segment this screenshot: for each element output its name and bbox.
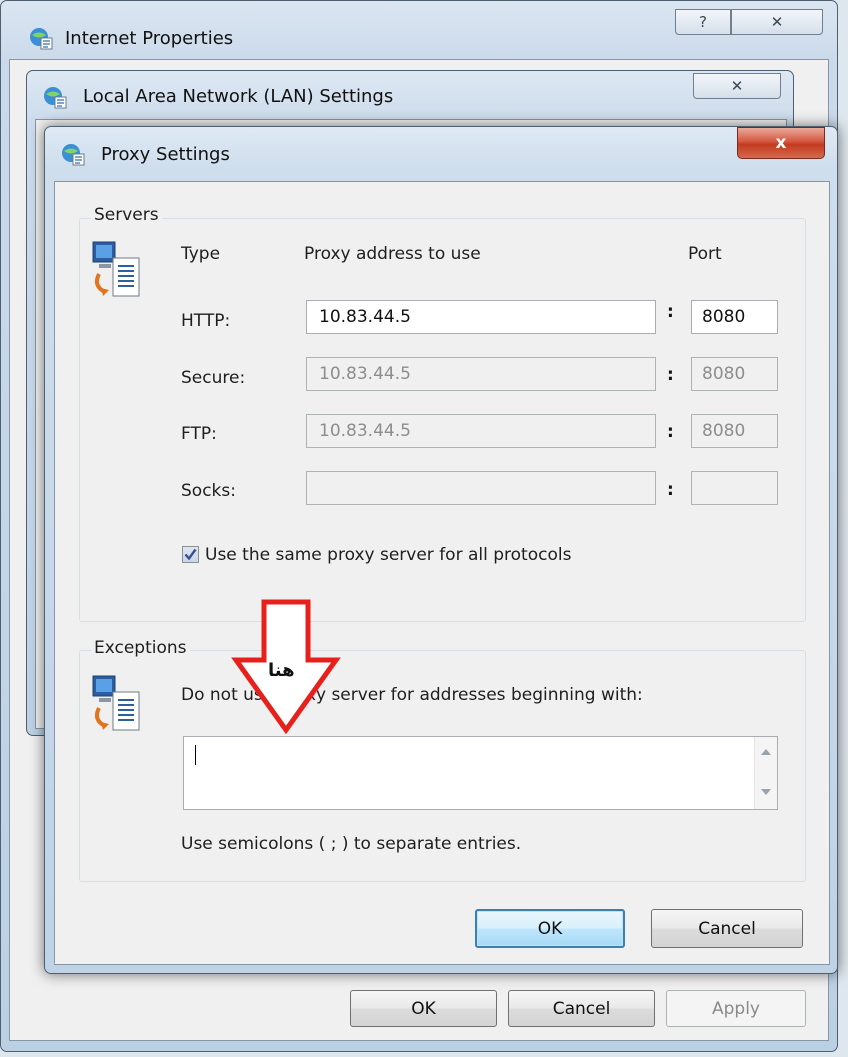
server-computer-icon — [92, 241, 140, 297]
internet-properties-title: Internet Properties — [65, 28, 234, 49]
exceptions-textarea[interactable] — [183, 736, 778, 810]
address-column-header: Proxy address to use — [304, 244, 481, 264]
ftp-label: FTP: — [181, 424, 217, 444]
lan-settings-title: Local Area Network (LAN) Settings — [83, 86, 394, 107]
annotation-label: هنا — [268, 660, 295, 681]
close-icon: x — [775, 133, 787, 153]
cancel-button[interactable]: Cancel — [508, 990, 655, 1027]
ftp-colon: : — [667, 422, 674, 442]
cancel-button[interactable]: Cancel — [651, 909, 803, 948]
proxy-settings-icon — [62, 144, 85, 166]
servers-group-title: Servers — [91, 205, 162, 225]
help-icon: ? — [699, 13, 707, 31]
lan-settings-icon — [44, 87, 67, 109]
socks-address-input[interactable] — [306, 471, 656, 505]
secure-label: Secure: — [181, 368, 246, 388]
proxy-settings-window: Proxy Settings x Servers Type Proxy addr… — [44, 126, 838, 974]
port-column-header: Port — [688, 244, 722, 264]
ftp-address-input[interactable]: 10.83.44.5 — [306, 414, 656, 448]
secure-port-input[interactable]: 8080 — [691, 357, 778, 391]
same-proxy-checkbox[interactable] — [182, 546, 199, 563]
exceptions-computer-icon — [92, 675, 140, 731]
http-address-input[interactable]: 10.83.44.5 — [306, 300, 656, 334]
socks-port-input[interactable] — [691, 471, 778, 505]
type-column-header: Type — [181, 244, 221, 264]
scroll-up-icon[interactable] — [761, 749, 771, 755]
http-port-input[interactable]: 8080 — [691, 300, 778, 334]
checkmark-icon — [184, 548, 197, 561]
same-proxy-label[interactable]: Use the same proxy server for all protoc… — [205, 545, 571, 565]
ftp-port-input[interactable]: 8080 — [691, 414, 778, 448]
socks-label: Socks: — [181, 481, 236, 501]
ok-button[interactable]: OK — [475, 909, 625, 948]
internet-properties-close-button[interactable]: ✕ — [731, 9, 823, 35]
exceptions-scrollbar[interactable] — [754, 737, 777, 809]
proxy-settings-close-button[interactable]: x — [737, 127, 825, 159]
internet-options-icon — [30, 28, 53, 50]
scroll-down-icon[interactable] — [761, 789, 771, 795]
close-icon: ✕ — [730, 77, 744, 95]
apply-button[interactable]: Apply — [666, 990, 806, 1027]
proxy-settings-client: Servers Type Proxy address to use Port H… — [54, 181, 830, 965]
proxy-settings-title: Proxy Settings — [101, 144, 230, 165]
http-colon: : — [667, 302, 674, 322]
secure-address-input[interactable]: 10.83.44.5 — [306, 357, 656, 391]
lan-settings-close-button[interactable]: ✕ — [693, 73, 781, 99]
exceptions-group-title: Exceptions — [91, 638, 190, 658]
socks-colon: : — [667, 480, 674, 500]
ok-button[interactable]: OK — [350, 990, 497, 1027]
help-button[interactable]: ? — [675, 9, 731, 35]
close-icon: ✕ — [770, 13, 784, 31]
exceptions-hint: Use semicolons ( ; ) to separate entries… — [181, 834, 522, 854]
http-label: HTTP: — [181, 311, 231, 331]
text-cursor — [195, 745, 196, 765]
secure-colon: : — [667, 365, 674, 385]
